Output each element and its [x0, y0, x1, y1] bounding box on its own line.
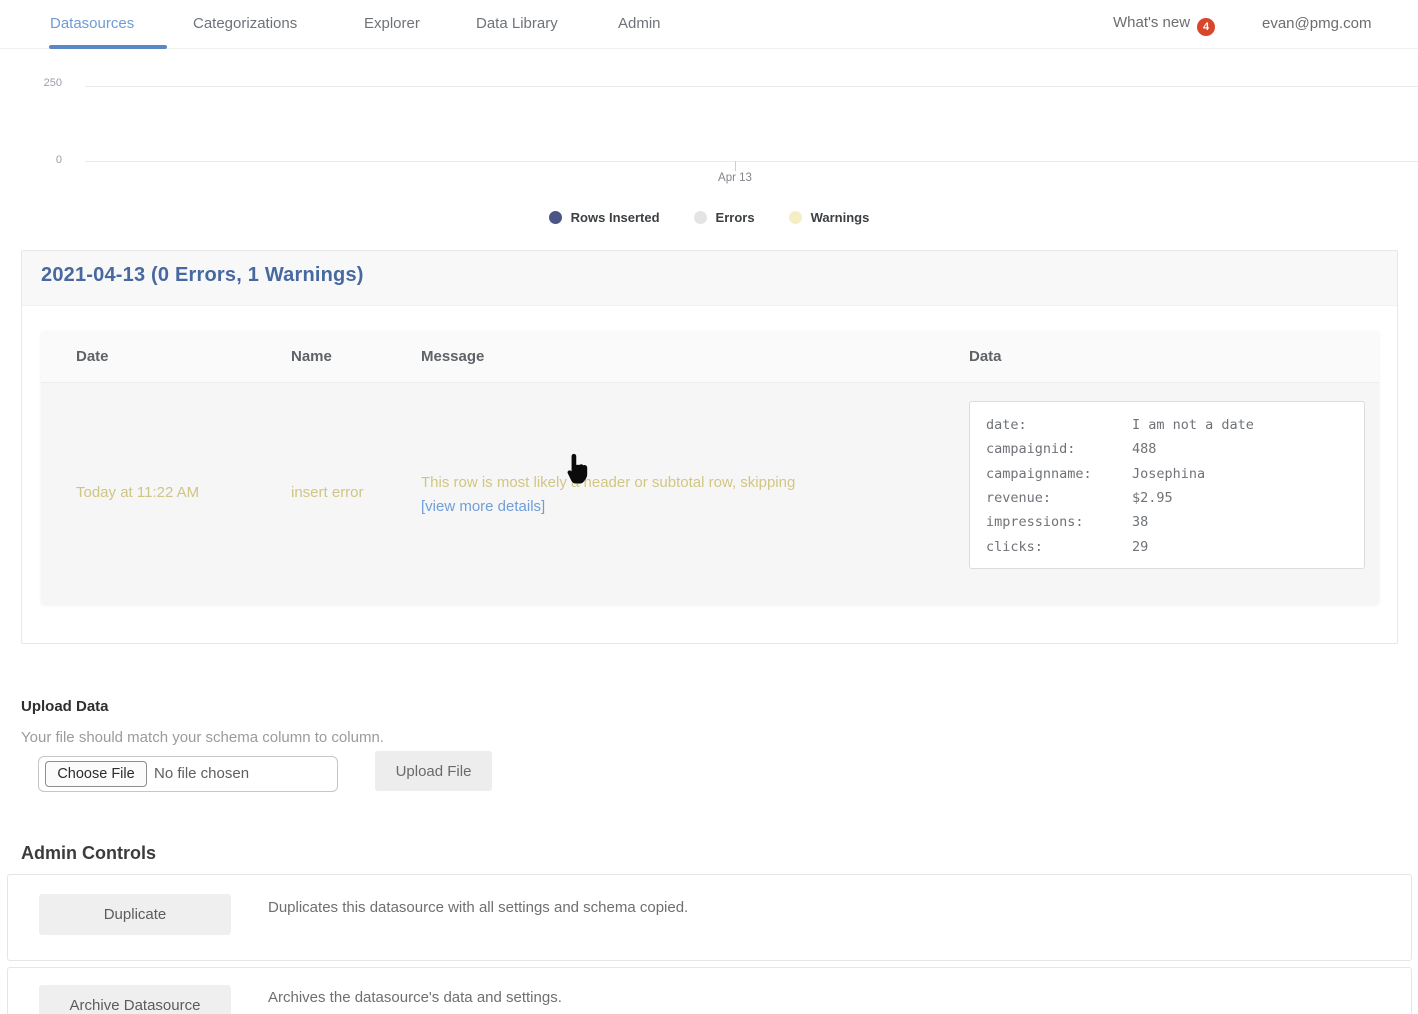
legend-label-rows-inserted: Rows Inserted [571, 210, 660, 225]
data-field-value: 38 [1132, 514, 1148, 530]
data-field-key: impressions: [986, 514, 1132, 530]
log-table: Date Name Message Data Today at 11:22 AM… [41, 331, 1379, 604]
admin-controls-title: Admin Controls [21, 843, 156, 864]
choose-file-button[interactable]: Choose File [45, 761, 147, 787]
duplicate-description: Duplicates this datasource with all sett… [268, 899, 688, 916]
upload-data-title: Upload Data [21, 698, 109, 715]
tab-data-library[interactable]: Data Library [476, 15, 558, 32]
legend-label-warnings: Warnings [811, 210, 870, 225]
row-message-text: This row is most likely a header or subt… [421, 474, 795, 491]
archive-control-card: Archive Datasource Archives the datasour… [7, 967, 1412, 1014]
data-field: campaignid:488 [986, 437, 1348, 461]
chart-xtick-mark [735, 161, 736, 171]
row-name-cell: insert error [291, 484, 364, 501]
chart-gridline-250 [85, 86, 1418, 87]
data-field: impressions:38 [986, 510, 1348, 534]
whats-new-label: What's new [1113, 14, 1190, 31]
data-field-key: campaignname: [986, 466, 1132, 482]
row-date-cell: Today at 11:22 AM [76, 484, 199, 501]
upload-data-description: Your file should match your schema colum… [21, 729, 384, 746]
data-field-value: Josephina [1132, 466, 1205, 482]
legend-item-errors[interactable]: Errors [694, 210, 755, 225]
legend-item-warnings[interactable]: Warnings [789, 210, 870, 225]
errors-dot-icon [694, 211, 707, 224]
column-header-data: Data [969, 348, 1002, 365]
file-chosen-status: No file chosen [154, 765, 249, 782]
data-field: revenue:$2.95 [986, 486, 1348, 510]
whats-new-link[interactable]: What's new 4 [1113, 14, 1215, 36]
chart-legend: Rows Inserted Errors Warnings [0, 206, 1418, 228]
warnings-dot-icon [789, 211, 802, 224]
legend-label-errors: Errors [716, 210, 755, 225]
data-field-value: $2.95 [1132, 490, 1173, 506]
archive-datasource-button[interactable]: Archive Datasource [39, 985, 231, 1014]
data-field-key: clicks: [986, 539, 1132, 555]
chart-gridline-0 [85, 161, 1418, 162]
user-email-menu[interactable]: evan@pmg.com [1262, 15, 1371, 32]
column-header-date: Date [76, 348, 109, 365]
active-tab-underline [49, 45, 167, 49]
data-field: clicks:29 [986, 534, 1348, 558]
chart-xtick-label: Apr 13 [700, 172, 770, 184]
data-field-key: date: [986, 417, 1132, 433]
daily-log-title: 2021-04-13 (0 Errors, 1 Warnings) [41, 264, 364, 287]
datasource-detail-page: Datasources Categorizations Explorer Dat… [0, 0, 1418, 1014]
archive-description: Archives the datasource's data and setti… [268, 989, 562, 1006]
chart-ytick-250: 250 [20, 77, 62, 89]
mouse-cursor-pointer-icon [561, 452, 591, 484]
tab-datasources[interactable]: Datasources [50, 15, 134, 32]
data-field-value: 488 [1132, 441, 1156, 457]
log-table-header-row: Date Name Message Data [41, 331, 1379, 383]
data-field-key: revenue: [986, 490, 1132, 506]
top-navbar: Datasources Categorizations Explorer Dat… [0, 0, 1418, 49]
tab-explorer[interactable]: Explorer [364, 15, 420, 32]
data-field-value: I am not a date [1132, 417, 1254, 433]
whats-new-badge: 4 [1197, 18, 1215, 36]
rows-inserted-dot-icon [549, 211, 562, 224]
file-input[interactable]: Choose File No file chosen [38, 756, 338, 792]
data-field: date:I am not a date [986, 413, 1348, 437]
duplicate-control-card: Duplicate Duplicates this datasource wit… [7, 874, 1412, 961]
view-more-details-link[interactable]: [view more details] [421, 498, 545, 515]
upload-file-button[interactable]: Upload File [375, 751, 492, 791]
legend-item-rows-inserted[interactable]: Rows Inserted [549, 210, 660, 225]
row-data-preview: date:I am not a date campaignid:488 camp… [969, 401, 1365, 569]
column-header-message: Message [421, 348, 484, 365]
duplicate-button[interactable]: Duplicate [39, 894, 231, 935]
daily-log-header: 2021-04-13 (0 Errors, 1 Warnings) [22, 251, 1397, 306]
data-field: campaignname:Josephina [986, 462, 1348, 486]
tab-categorizations[interactable]: Categorizations [193, 15, 297, 32]
data-field-value: 29 [1132, 539, 1148, 555]
chart-ytick-0: 0 [20, 154, 62, 166]
daily-log-panel: 2021-04-13 (0 Errors, 1 Warnings) Date N… [21, 250, 1398, 644]
data-field-key: campaignid: [986, 441, 1132, 457]
tab-admin[interactable]: Admin [618, 15, 661, 32]
column-header-name: Name [291, 348, 332, 365]
